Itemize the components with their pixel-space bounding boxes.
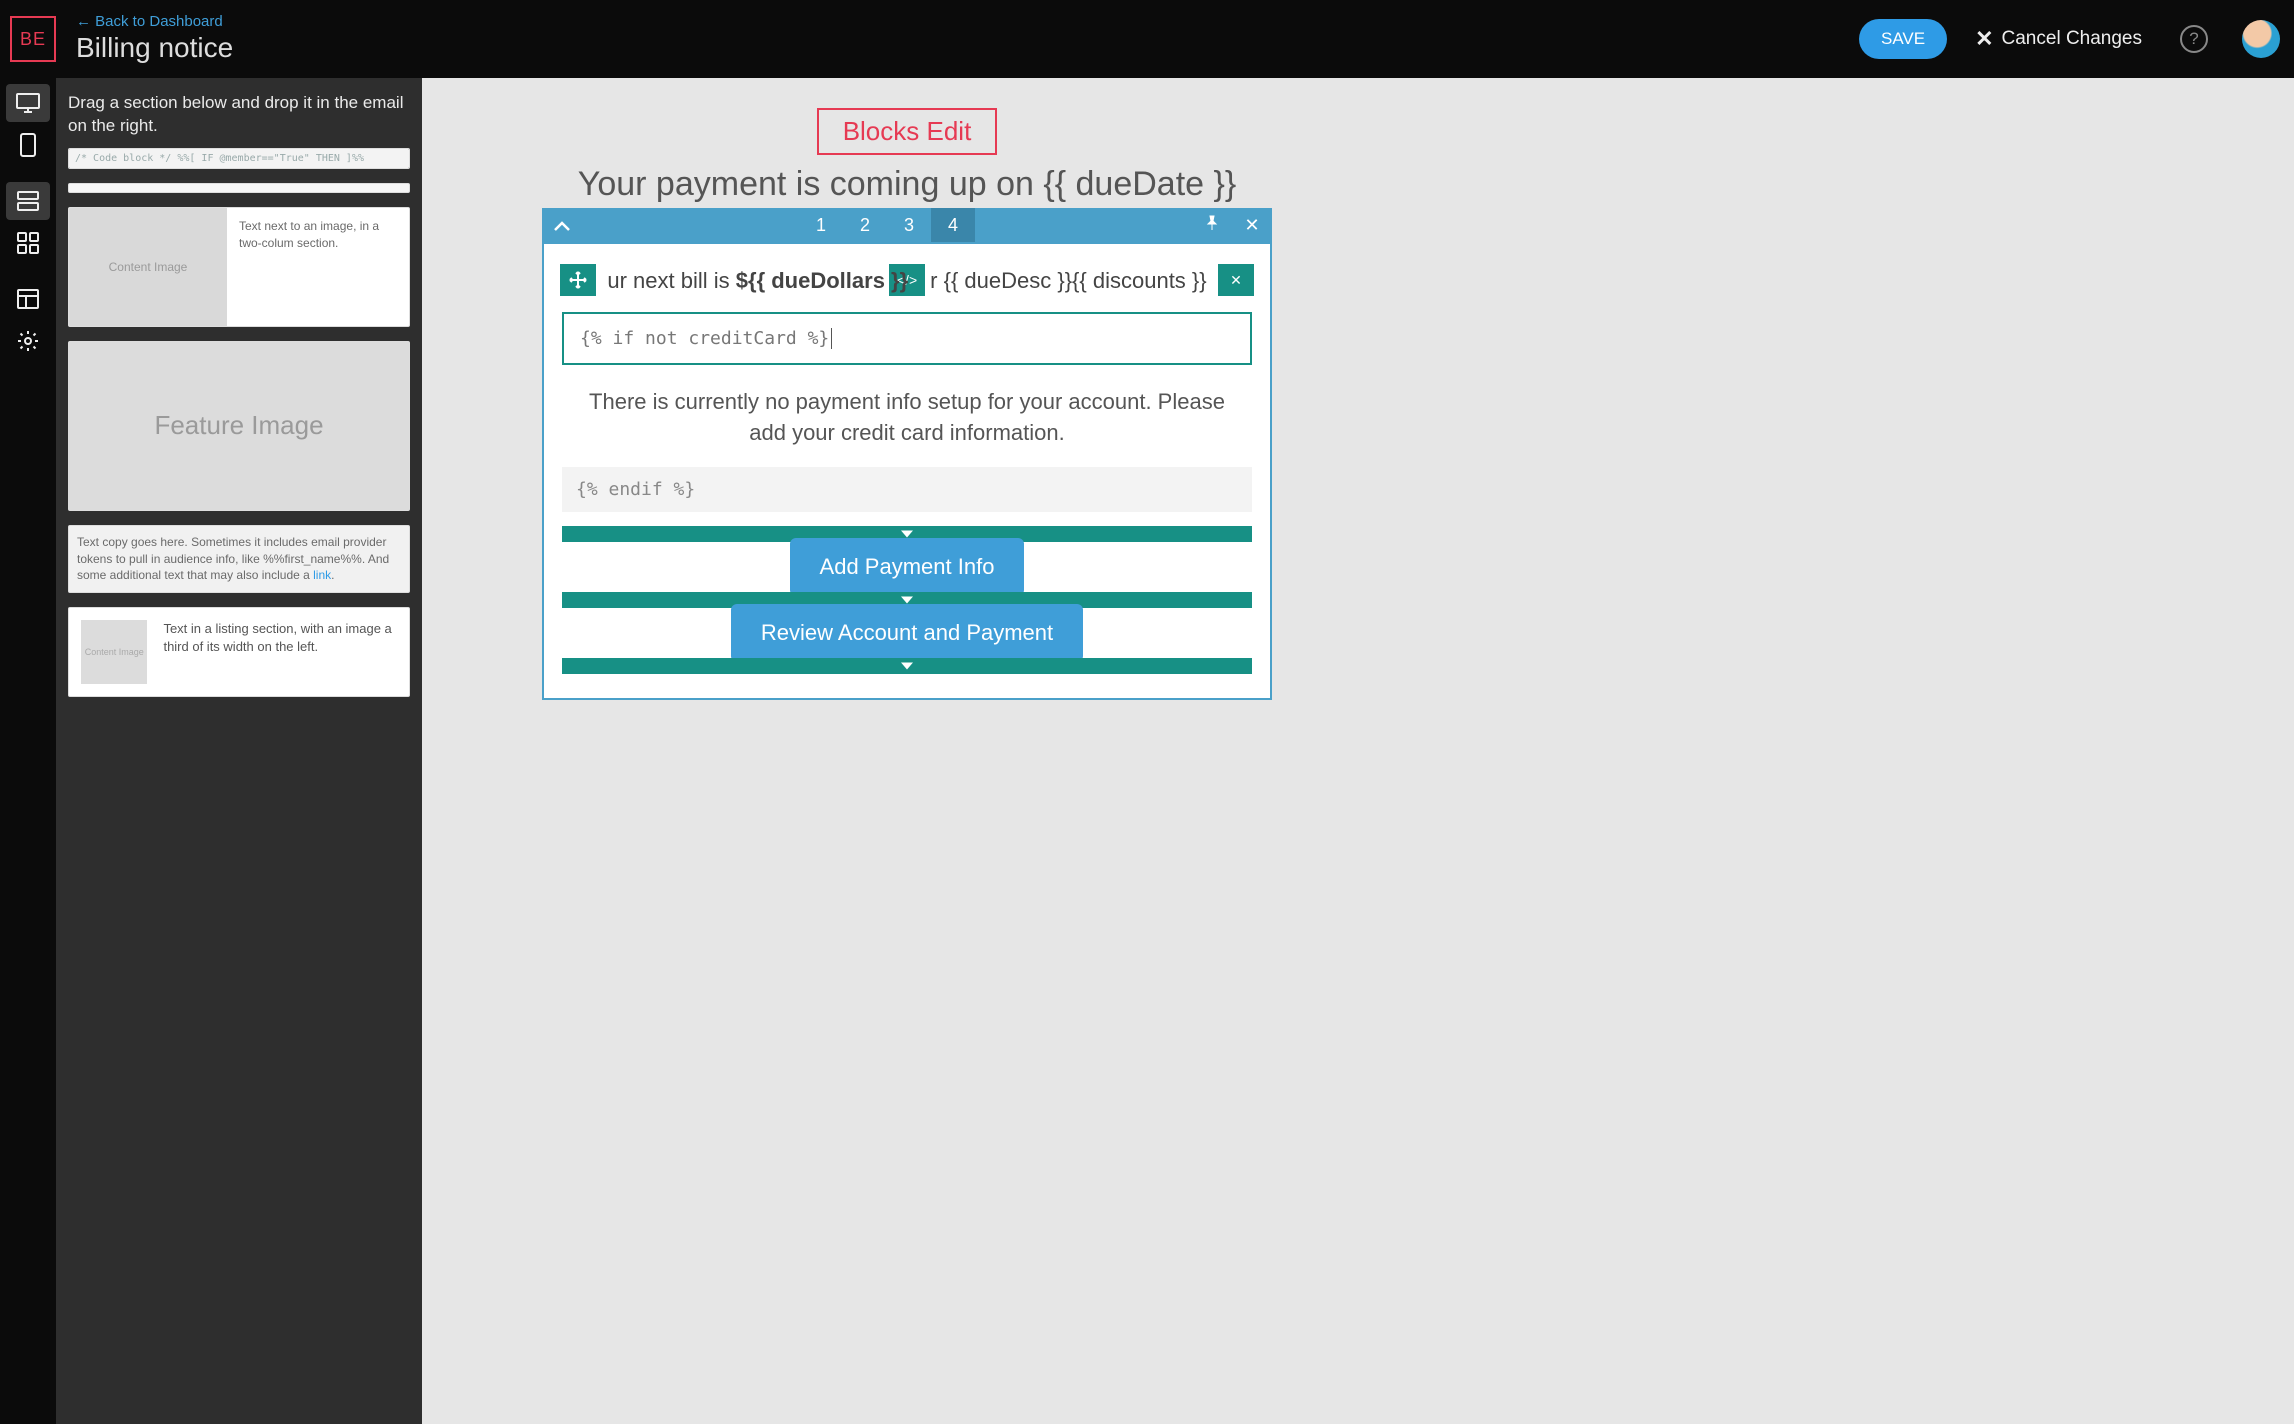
no-payment-paragraph[interactable]: There is currently no payment info setup…	[572, 387, 1242, 449]
panel-hint: Drag a section below and drop it in the …	[68, 92, 410, 138]
email-headline[interactable]: Your payment is coming up on {{ dueDate …	[542, 165, 1272, 204]
components-grid-icon[interactable]	[6, 224, 50, 262]
bill-line-amount: ${{ dueDollars }}	[736, 268, 908, 293]
mobile-view-icon[interactable]	[6, 126, 50, 164]
email-canvas[interactable]: Blocks Edit Your payment is coming up on…	[422, 78, 2294, 1424]
block-text-copy: Text copy goes here. Sometimes it includ…	[77, 535, 389, 583]
block-feature-image[interactable]: Feature Image	[68, 341, 410, 511]
collapse-up-icon[interactable]	[542, 215, 582, 236]
page-title: Billing notice	[76, 33, 233, 64]
block-code[interactable]: /* Code block */ %%[ IF @member=="True" …	[68, 148, 410, 169]
logo[interactable]: BE	[10, 16, 56, 62]
blocks-panel: Drag a section below and drop it in the …	[56, 78, 422, 1424]
variant-tab-4[interactable]: 4	[931, 208, 975, 242]
close-icon: ✕	[1975, 26, 1993, 52]
email-body: Blocks Edit Your payment is coming up on…	[542, 108, 1272, 1394]
pin-icon[interactable]	[1192, 215, 1232, 236]
main: Drag a section below and drop it in the …	[0, 78, 2294, 1424]
block-two-column[interactable]: Content Image Text next to an image, in …	[68, 207, 410, 327]
block-listing-text: Text in a listing section, with an image…	[163, 620, 397, 684]
sections-rows-icon[interactable]	[6, 182, 50, 220]
selected-region: </> ✕ ur next bill is ${{ dueDollars }}x…	[542, 242, 1272, 700]
bill-line-suffix: r {{ dueDesc }}{{ discounts }}	[930, 268, 1206, 293]
block-divider[interactable]	[68, 183, 410, 193]
variant-tab-2[interactable]: 2	[843, 208, 887, 242]
block-two-column-text: Text next to an image, in a two-colum se…	[227, 208, 409, 326]
review-account-button[interactable]: Review Account and Payment	[731, 604, 1083, 662]
block-listing-image-label: Content Image	[81, 620, 147, 684]
chevron-down-icon	[901, 530, 913, 537]
dropzone-3[interactable]	[562, 658, 1252, 674]
chevron-down-icon	[901, 662, 913, 669]
help-icon[interactable]: ?	[2180, 25, 2208, 53]
add-payment-button[interactable]: Add Payment Info	[790, 538, 1025, 596]
cancel-changes-label: Cancel Changes	[2002, 28, 2142, 50]
chevron-down-icon	[901, 596, 913, 603]
bill-line[interactable]: ur next bill is ${{ dueDollars }}xxr {{ …	[562, 268, 1252, 294]
brand-badge: Blocks Edit	[817, 108, 997, 155]
variant-tab-1[interactable]: 1	[799, 208, 843, 242]
block-code-preview: /* Code block */ %%[ IF @member=="True" …	[69, 149, 409, 168]
code-if-text: {% if not creditCard %}	[580, 328, 832, 349]
settings-gear-icon[interactable]	[6, 322, 50, 360]
bill-line-prefix: ur next bill is	[607, 268, 735, 293]
back-to-dashboard-link[interactable]: ← Back to Dashboard	[76, 14, 233, 31]
block-listing[interactable]: Content Image Text in a listing section,…	[68, 607, 410, 697]
cancel-changes-button[interactable]: ✕ Cancel Changes	[1975, 26, 2142, 52]
avatar[interactable]	[2242, 20, 2280, 58]
view-rail	[0, 78, 56, 1424]
block-two-column-image-label: Content Image	[69, 208, 227, 326]
code-endif-block[interactable]: {% endif %}	[562, 467, 1252, 512]
variant-tab-3[interactable]: 3	[887, 208, 931, 242]
layout-icon[interactable]	[6, 280, 50, 318]
selection-toolbar: 1 2 3 4 ✕	[542, 208, 1272, 242]
code-if-input[interactable]: {% if not creditCard %}	[562, 312, 1252, 365]
title-area: ← Back to Dashboard Billing notice	[76, 14, 233, 63]
desktop-view-icon[interactable]	[6, 84, 50, 122]
block-text-link: link	[313, 568, 331, 582]
block-text[interactable]: Text copy goes here. Sometimes it includ…	[68, 525, 410, 593]
topbar: BE ← Back to Dashboard Billing notice SA…	[0, 0, 2294, 78]
save-button[interactable]: SAVE	[1859, 19, 1947, 59]
close-selection-icon[interactable]: ✕	[1232, 215, 1272, 236]
